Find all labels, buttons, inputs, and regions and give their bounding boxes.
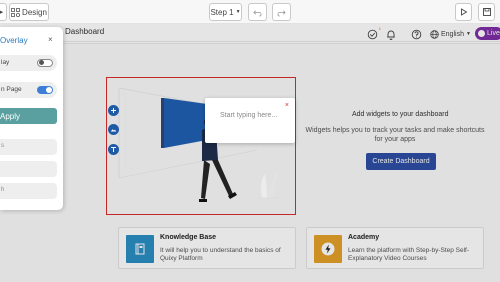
undo-icon [253, 9, 262, 17]
apply-label: Apply [0, 111, 21, 121]
design-button[interactable]: Design [9, 3, 49, 21]
toggle-label: lay [1, 59, 10, 66]
play-icon [460, 8, 467, 16]
toggle-label: n Page [1, 86, 22, 93]
panel-option-1[interactable]: s [0, 139, 57, 155]
apply-button[interactable]: Apply [0, 108, 57, 124]
option-label: s [1, 143, 4, 149]
overlay-settings-panel: Overlay × lay n Page Apply s h [0, 27, 63, 210]
redo-button[interactable] [272, 3, 291, 21]
popup-placeholder[interactable]: Start typing here... [220, 112, 277, 119]
save-icon [482, 8, 491, 16]
panel-option-3[interactable]: h [0, 183, 57, 199]
step-select[interactable]: Step 1 ▼ [209, 3, 242, 21]
overlay-toggle-row[interactable]: lay [0, 55, 57, 71]
text-icon[interactable] [108, 144, 119, 155]
close-icon[interactable]: × [285, 102, 289, 109]
close-icon[interactable]: × [48, 35, 53, 44]
add-widget-icon[interactable] [108, 105, 119, 116]
page-toggle[interactable] [37, 86, 53, 94]
panel-option-2[interactable] [0, 161, 57, 177]
step-label: Step 1 [210, 7, 234, 17]
overlay-toggle[interactable] [37, 59, 53, 67]
text-input-popup[interactable]: Start typing here... × [205, 98, 295, 143]
redo-icon [277, 9, 286, 17]
editor-toolbar: ▸ Design Step 1 ▼ [0, 0, 500, 24]
design-label: Design [22, 7, 47, 17]
page-toggle-row[interactable]: n Page [0, 82, 57, 98]
option-label: h [1, 187, 5, 193]
chevron-down-icon: ▼ [235, 9, 241, 15]
panel-title: Overlay [0, 36, 28, 45]
caret-icon: ▸ [0, 9, 4, 16]
design-icon [11, 7, 21, 17]
toggle-knob [46, 87, 52, 93]
save-button[interactable] [478, 3, 495, 21]
image-icon[interactable] [108, 124, 119, 135]
undo-button[interactable] [248, 3, 267, 21]
play-button[interactable] [455, 3, 472, 21]
view-toggle-button[interactable]: ▸ [0, 3, 7, 21]
toggle-knob [39, 60, 44, 65]
